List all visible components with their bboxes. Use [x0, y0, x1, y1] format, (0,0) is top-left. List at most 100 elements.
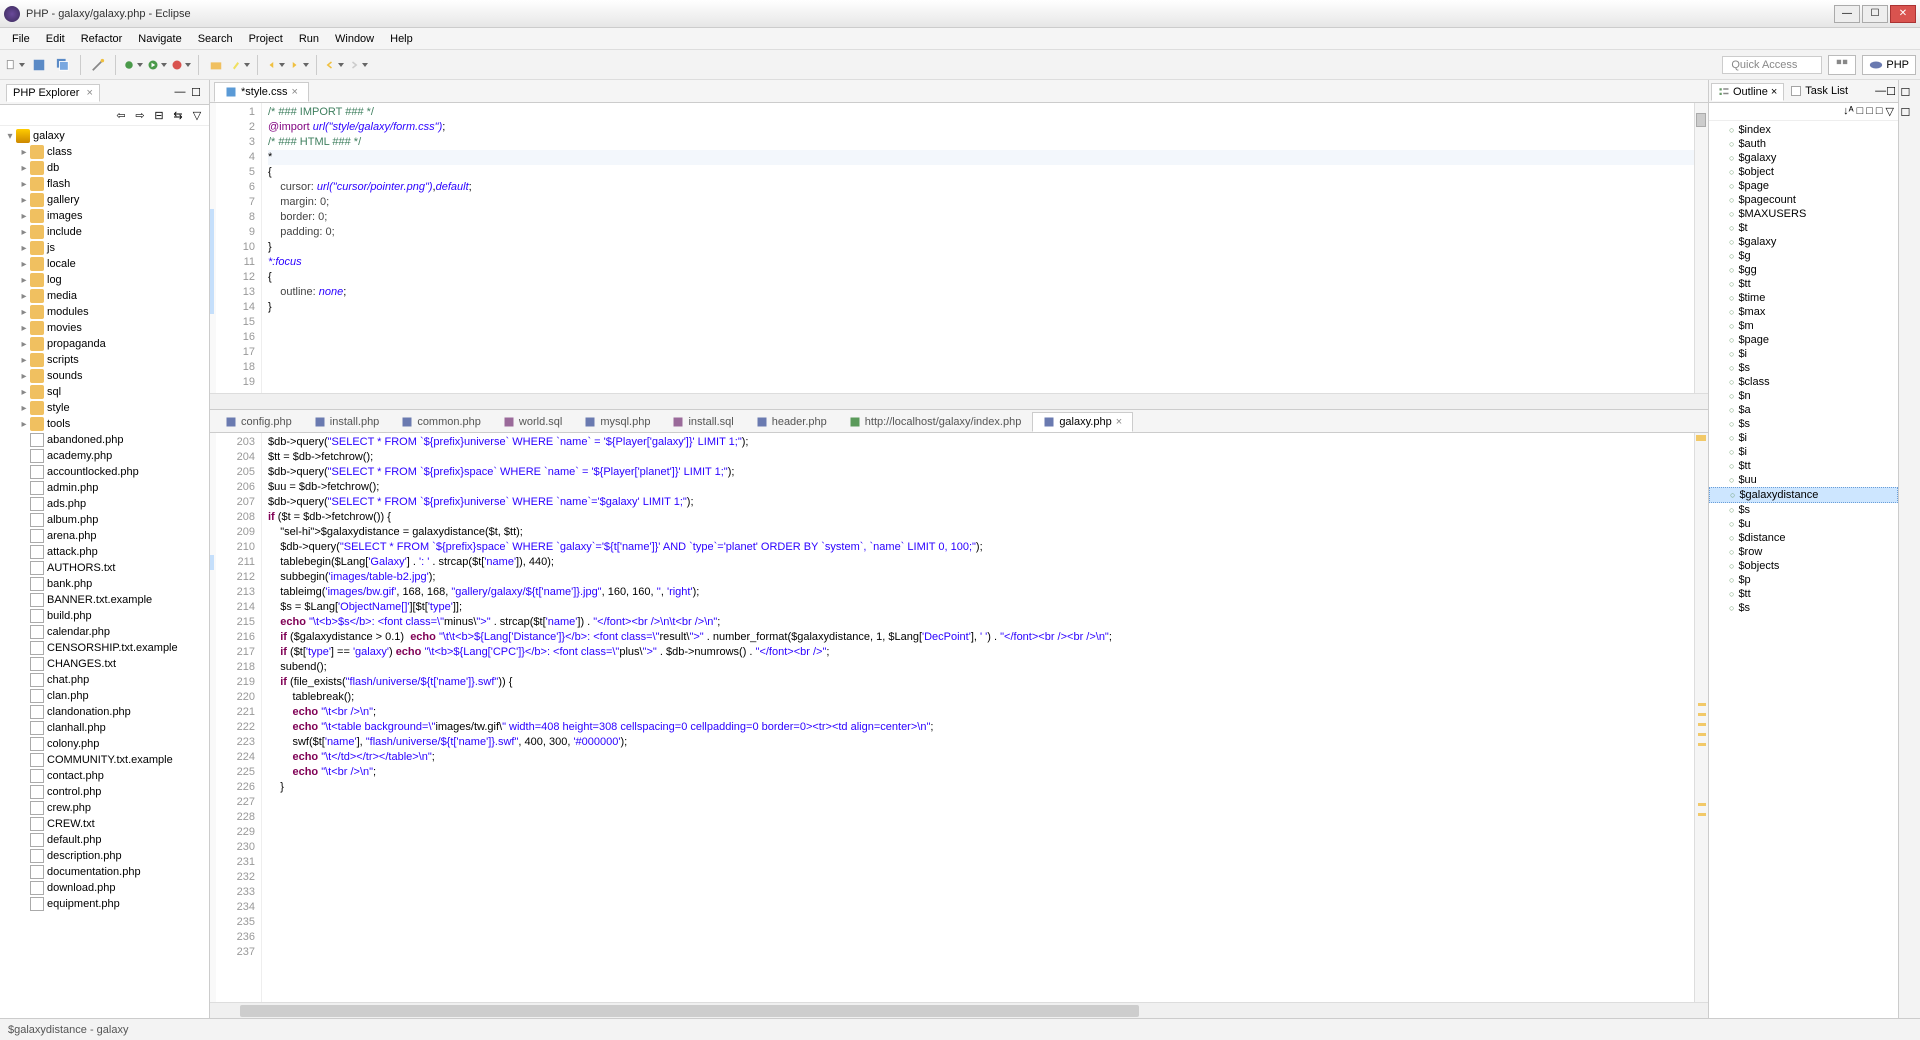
back-icon[interactable]: ⇦ [113, 107, 129, 123]
tree-item-banner-txt-example[interactable]: BANNER.txt.example [0, 592, 209, 608]
tab-mysql-php[interactable]: mysql.php [573, 412, 661, 432]
outline-item[interactable]: $galaxydistance [1709, 487, 1898, 503]
outline-item[interactable]: $object [1709, 165, 1898, 179]
menu-edit[interactable]: Edit [38, 31, 73, 47]
close-icon[interactable]: × [87, 87, 93, 99]
tree-item-academy-php[interactable]: academy.php [0, 448, 209, 464]
menu-project[interactable]: Project [241, 31, 291, 47]
maximize-view-button[interactable]: ☐ [1886, 85, 1896, 98]
close-icon[interactable]: × [1771, 86, 1777, 98]
tree-item-calendar-php[interactable]: calendar.php [0, 624, 209, 640]
tab-header-php[interactable]: header.php [745, 412, 838, 432]
outline-item[interactable]: $n [1709, 389, 1898, 403]
outline-item[interactable]: $MAXUSERS [1709, 207, 1898, 221]
forward-button[interactable] [347, 54, 369, 76]
tree-item-download-php[interactable]: download.php [0, 880, 209, 896]
new-button[interactable] [4, 54, 26, 76]
run-button[interactable] [146, 54, 168, 76]
tree-item-clanhall-php[interactable]: clanhall.php [0, 720, 209, 736]
tree-item-attack-php[interactable]: attack.php [0, 544, 209, 560]
tree-item-scripts[interactable]: ▸scripts [0, 352, 209, 368]
tree-item-sounds[interactable]: ▸sounds [0, 368, 209, 384]
filter3-icon[interactable]: □ [1876, 105, 1883, 118]
tree-item-contact-php[interactable]: contact.php [0, 768, 209, 784]
php-explorer-tab[interactable]: PHP Explorer × [6, 84, 100, 102]
menu-run[interactable]: Run [291, 31, 327, 47]
outline-item[interactable]: $tt [1709, 459, 1898, 473]
view-menu-icon[interactable]: ▽ [189, 107, 205, 123]
tab-world-sql[interactable]: world.sql [492, 412, 573, 432]
close-button[interactable]: ✕ [1890, 5, 1916, 23]
tree-item-default-php[interactable]: default.php [0, 832, 209, 848]
outline-item[interactable]: $tt [1709, 277, 1898, 291]
tab-style-css[interactable]: *style.css × [214, 82, 309, 102]
outline-item[interactable]: $galaxy [1709, 235, 1898, 249]
tree-item-album-php[interactable]: album.php [0, 512, 209, 528]
outline-item[interactable]: $page [1709, 333, 1898, 347]
back-button[interactable] [323, 54, 345, 76]
outline-item[interactable]: $g [1709, 249, 1898, 263]
line-gutter[interactable]: 12345678910111213141516171819 [210, 103, 262, 393]
tree-item-colony-php[interactable]: colony.php [0, 736, 209, 752]
line-gutter[interactable]: 2032042052062072082092102112122132142152… [210, 433, 262, 1002]
code-content[interactable]: $db->query("SELECT * FROM `${prefix}univ… [262, 433, 1694, 1002]
maximize-view-button[interactable]: ☐ [189, 85, 203, 99]
tree-item-galaxy[interactable]: ▾galaxy [0, 128, 209, 144]
tree-item-gallery[interactable]: ▸gallery [0, 192, 209, 208]
collapse-all-icon[interactable]: ⊟ [151, 107, 167, 123]
minimize-view-button[interactable]: — [173, 85, 187, 99]
tree-item-clan-php[interactable]: clan.php [0, 688, 209, 704]
tree-item-admin-php[interactable]: admin.php [0, 480, 209, 496]
menu-help[interactable]: Help [382, 31, 421, 47]
outline-item[interactable]: $tt [1709, 587, 1898, 601]
filter1-icon[interactable]: □ [1857, 105, 1864, 118]
outline-item[interactable]: $i [1709, 445, 1898, 459]
minimize-button[interactable]: — [1834, 5, 1860, 23]
tab-config-php[interactable]: config.php [214, 412, 303, 432]
horizontal-scrollbar[interactable] [210, 1002, 1708, 1018]
outline-item[interactable]: $t [1709, 221, 1898, 235]
outline-item[interactable]: $auth [1709, 137, 1898, 151]
highlight-button[interactable] [229, 54, 251, 76]
outline-item[interactable]: $row [1709, 545, 1898, 559]
project-tree[interactable]: ▾galaxy▸class▸db▸flash▸gallery▸images▸in… [0, 126, 209, 1018]
quick-access-input[interactable]: Quick Access [1722, 56, 1822, 74]
close-tab-icon[interactable]: × [291, 86, 297, 98]
tree-item-chat-php[interactable]: chat.php [0, 672, 209, 688]
menu-refactor[interactable]: Refactor [73, 31, 131, 47]
outline-item[interactable]: $s [1709, 361, 1898, 375]
save-button[interactable] [28, 54, 50, 76]
tree-item-locale[interactable]: ▸locale [0, 256, 209, 272]
outline-item[interactable]: $max [1709, 305, 1898, 319]
outline-item[interactable]: $s [1709, 503, 1898, 517]
tree-item-censorship-txt-example[interactable]: CENSORSHIP.txt.example [0, 640, 209, 656]
tree-item-flash[interactable]: ▸flash [0, 176, 209, 192]
tree-item-authors-txt[interactable]: AUTHORS.txt [0, 560, 209, 576]
outline-item[interactable]: $uu [1709, 473, 1898, 487]
view-menu-icon[interactable]: ▽ [1886, 105, 1894, 118]
outline-item[interactable]: $index [1709, 123, 1898, 137]
tasklist-tab[interactable]: Task List [1784, 83, 1854, 99]
save-all-button[interactable] [52, 54, 74, 76]
outline-list[interactable]: $index$auth$galaxy$object$page$pagecount… [1709, 121, 1898, 1018]
tree-item-style[interactable]: ▸style [0, 400, 209, 416]
tree-item-documentation-php[interactable]: documentation.php [0, 864, 209, 880]
tab-http---localhost-galaxy-index-php[interactable]: http://localhost/galaxy/index.php [838, 412, 1033, 432]
outline-item[interactable]: $u [1709, 517, 1898, 531]
outline-item[interactable]: $i [1709, 431, 1898, 445]
code-content[interactable]: /* ### IMPORT ### */@import url("style/g… [262, 103, 1694, 393]
outline-item[interactable]: $page [1709, 179, 1898, 193]
menu-search[interactable]: Search [190, 31, 241, 47]
tree-item-description-php[interactable]: description.php [0, 848, 209, 864]
close-tab-icon[interactable]: × [1116, 416, 1122, 428]
outline-item[interactable]: $s [1709, 417, 1898, 431]
tree-item-log[interactable]: ▸log [0, 272, 209, 288]
outline-item[interactable]: $i [1709, 347, 1898, 361]
tree-item-control-php[interactable]: control.php [0, 784, 209, 800]
menu-file[interactable]: File [4, 31, 38, 47]
outline-item[interactable]: $galaxy [1709, 151, 1898, 165]
tree-item-sql[interactable]: ▸sql [0, 384, 209, 400]
nav-next-button[interactable] [288, 54, 310, 76]
outline-item[interactable]: $p [1709, 573, 1898, 587]
tree-item-modules[interactable]: ▸modules [0, 304, 209, 320]
